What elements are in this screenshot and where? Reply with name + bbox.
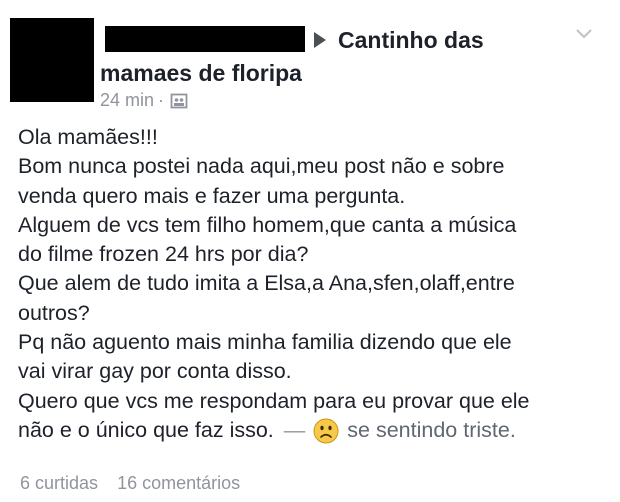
group-name[interactable]: Cantinho das: [338, 27, 484, 54]
feeling-dash: —: [283, 417, 306, 442]
post-line: Pq não aguento mais minha familia dizend…: [18, 330, 512, 355]
feeling-label[interactable]: se sentindo triste.: [347, 416, 516, 445]
group-icon[interactable]: [170, 93, 188, 109]
post-meta: 24 min ·: [100, 90, 188, 111]
comments-count[interactable]: 16 comentários: [117, 473, 240, 493]
post-line: Que alem de tudo imita a Elsa,a Ana,sfen…: [18, 271, 515, 296]
post-last-line: não e o único que faz isso. — se sentind…: [18, 416, 616, 445]
meta-separator: ·: [158, 90, 165, 110]
post-line: não e o único que faz isso.: [18, 417, 274, 442]
chevron-down-icon[interactable]: [575, 28, 593, 40]
post-line: Ola mamães!!!: [18, 125, 158, 149]
post-line: Quero que vcs me respondam para eu prova…: [18, 388, 530, 413]
post-timestamp[interactable]: 24 min: [100, 90, 154, 111]
post-line: vai virar gay por conta disso.: [18, 359, 292, 384]
likes-count[interactable]: 6 curtidas: [20, 473, 98, 493]
group-name-continued[interactable]: mamaes de floripa: [100, 60, 302, 87]
post-line: do filme frozen 24 hrs por dia?: [18, 242, 309, 267]
post-line: outros?: [18, 300, 90, 325]
post-line: venda quero mais e fazer uma pergunta.: [18, 183, 406, 208]
author-name-redacted[interactable]: [105, 26, 305, 52]
sad-emoji-icon: [313, 418, 339, 444]
right-triangle-icon: [314, 32, 326, 48]
post-line: Bom nunca postei nada aqui,meu post não …: [18, 154, 505, 179]
avatar[interactable]: [10, 18, 94, 102]
post-body: Ola mamães!!! Bom nunca postei nada aqui…: [18, 123, 616, 445]
post-line: Alguem de vcs tem filho homem,que canta …: [18, 212, 517, 237]
post-stats: 6 curtidas 16 comentários: [20, 473, 240, 494]
